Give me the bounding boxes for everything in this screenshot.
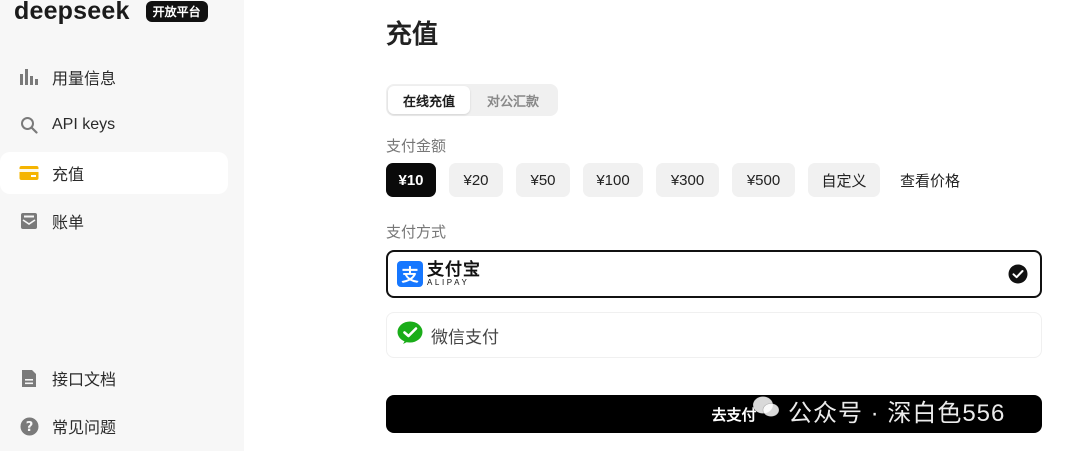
bar-chart-icon (18, 66, 40, 88)
watermark-text: 公众号 · 深白色556 (788, 399, 1006, 427)
amount-option-500[interactable]: ¥500 (732, 163, 795, 197)
envelope-icon (18, 210, 40, 232)
watermark: 公众号 · 深白色556 (752, 390, 1005, 430)
payment-option-wechat[interactable]: 微信支付 (386, 312, 1042, 358)
search-icon (18, 114, 40, 136)
sidebar-item-usage[interactable]: 用量信息 (0, 56, 228, 98)
sidebar-item-api-keys[interactable]: API keys (0, 104, 228, 146)
alipay-icon: 支 (397, 261, 423, 287)
amount-option-100[interactable]: ¥100 (583, 163, 643, 197)
sidebar-item-label: 充值 (52, 167, 85, 184)
sidebar-item-api-docs[interactable]: 接口文档 (0, 357, 228, 399)
recharge-tabs: 在线充值 对公汇款 (386, 84, 558, 116)
brand[interactable]: deepseek 开放平台 (14, 0, 208, 26)
alipay-name: 支付宝 (427, 260, 481, 279)
sidebar-item-faq[interactable]: ? 常见问题 (0, 405, 228, 447)
payment-option-alipay[interactable]: 支 支付宝 ALIPAY (386, 250, 1042, 298)
sidebar-item-billing[interactable]: 账单 (0, 200, 228, 242)
alipay-logo: 支 支付宝 ALIPAY (397, 261, 481, 287)
sidebar-item-label: 接口文档 (52, 372, 117, 389)
alipay-english: ALIPAY (427, 278, 470, 287)
check-circle-icon (1008, 264, 1028, 289)
help-icon: ? (18, 415, 40, 437)
wechat-chat-icon (752, 395, 780, 426)
tab-corporate-transfer[interactable]: 对公汇款 (470, 86, 556, 114)
sidebar-item-recharge[interactable]: 充值 (0, 152, 228, 194)
sidebar: deepseek 开放平台 用量信息 API keys 充值 账单 接口文档 ?… (0, 0, 244, 451)
sidebar-item-label: 账单 (52, 215, 85, 232)
amount-label: 支付金额 (386, 138, 447, 155)
page-title: 充值 (386, 19, 439, 49)
amount-options: ¥10 ¥20 ¥50 ¥100 ¥300 ¥500 自定义 查看价格 (386, 163, 960, 197)
amount-option-custom[interactable]: 自定义 (808, 163, 880, 197)
amount-option-300[interactable]: ¥300 (656, 163, 719, 197)
deepseek-logo: deepseek (14, 0, 130, 25)
wechat-pay-icon (397, 321, 423, 350)
svg-text:?: ? (25, 420, 33, 435)
wechat-pay-label: 微信支付 (431, 327, 499, 347)
payment-method-label: 支付方式 (386, 224, 447, 241)
sidebar-item-label: 常见问题 (52, 420, 117, 437)
tab-online-recharge[interactable]: 在线充值 (388, 86, 470, 114)
platform-badge: 开放平台 (145, 0, 208, 22)
pay-button-label: 去支付 (711, 406, 757, 424)
svg-text:支: 支 (402, 265, 420, 286)
amount-option-50[interactable]: ¥50 (516, 163, 570, 197)
card-icon (18, 162, 40, 184)
view-pricing-link[interactable]: 查看价格 (900, 170, 960, 191)
sidebar-item-label: 用量信息 (52, 71, 117, 88)
amount-option-10[interactable]: ¥10 (386, 163, 436, 197)
amount-option-20[interactable]: ¥20 (449, 163, 503, 197)
document-icon (18, 367, 40, 389)
sidebar-item-label: API keys (52, 116, 116, 133)
